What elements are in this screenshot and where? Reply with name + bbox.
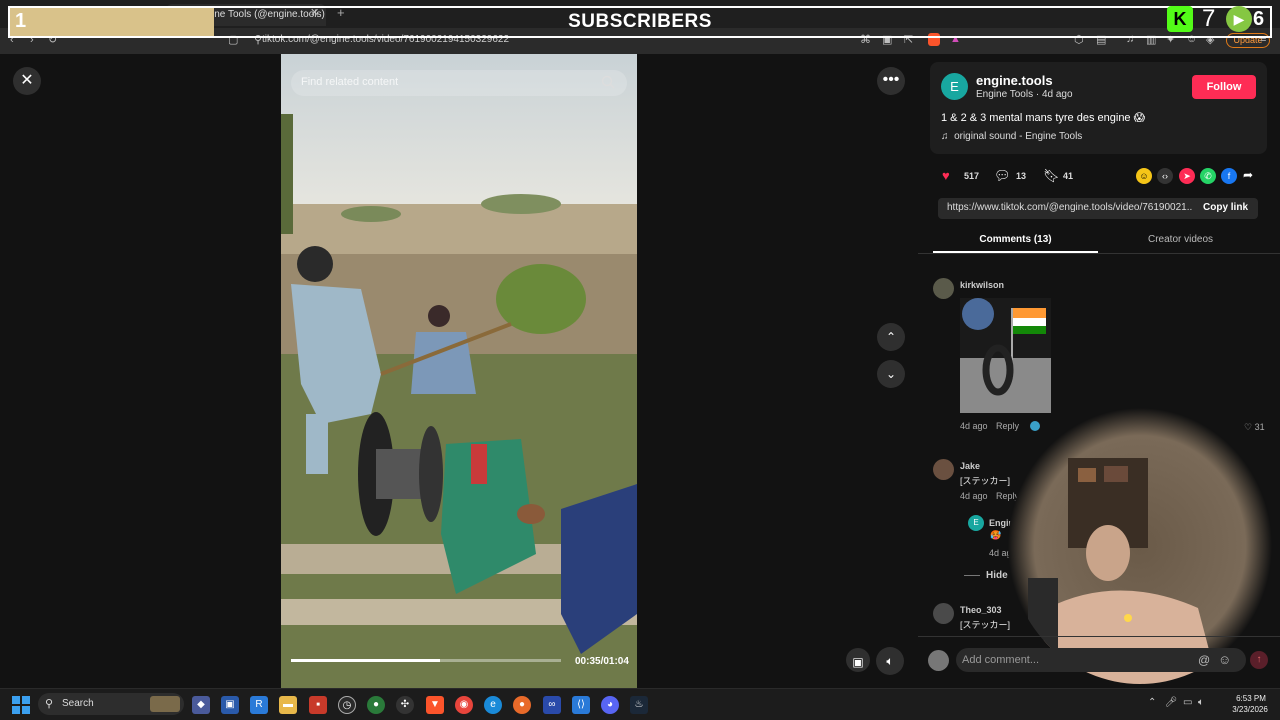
reply-emoji: 🥵 [990, 530, 1002, 540]
search-highlight-icon [150, 696, 180, 712]
comment-author[interactable]: Jake [960, 461, 980, 471]
clock-time[interactable]: 6:53 PM [1230, 694, 1272, 703]
hide-label: Hide [986, 570, 1008, 581]
video-progress-fill [291, 659, 440, 662]
chrome-icon[interactable]: ◉ [455, 696, 473, 714]
system-tray[interactable]: ⌃ 🎤︎ ▭ 🔈︎ [1148, 697, 1204, 708]
add-comment-placeholder: Add comment... [962, 654, 1040, 666]
app-icon[interactable]: R [250, 696, 268, 714]
comment-text: [ステッカー] [960, 620, 1011, 630]
comment-author[interactable]: Theo_303 [960, 605, 1002, 615]
copy-link-button[interactable]: Copy link [1203, 202, 1248, 213]
tab-comments[interactable]: Comments (13) [933, 234, 1098, 245]
edge-icon[interactable]: e [484, 696, 502, 714]
comment-time: 4d ago [960, 491, 988, 501]
tab-creator-videos[interactable]: Creator videos [1098, 234, 1263, 245]
post-comment-button[interactable]: ↑ [1250, 651, 1268, 669]
like-count: 517 [964, 171, 980, 181]
share-arrow-icon[interactable]: ➦ [1243, 168, 1253, 182]
facebook-icon[interactable]: f [1221, 168, 1237, 184]
tabs-divider [918, 253, 1280, 254]
bookmark-icon[interactable]: 🔖︎ [1043, 168, 1060, 184]
widgets-icon[interactable]: ◆ [192, 696, 210, 714]
more-options-button[interactable]: ••• [877, 67, 905, 95]
app-icon[interactable]: ∞ [543, 696, 561, 714]
comment-icon[interactable]: 💬︎ [994, 168, 1011, 184]
app-icon[interactable]: ■ [309, 696, 327, 714]
comment-text: [ステッカー] [960, 476, 1011, 486]
comment-like-count: 31 [1254, 422, 1265, 432]
windows-start-icon[interactable] [12, 696, 30, 714]
input-divider [918, 636, 1280, 637]
find-related-placeholder: Find related content [301, 76, 399, 88]
mention-icon[interactable]: @ [1198, 653, 1210, 667]
rumble-count: 6 [1253, 8, 1265, 30]
clock-date[interactable]: 3/23/2026 [1226, 705, 1274, 714]
heart-icon[interactable]: ♥ [942, 168, 950, 183]
kick-icon: K [1167, 6, 1193, 32]
file-explorer-icon[interactable]: ▬ [279, 696, 297, 714]
heart-outline-icon: ♡ [1244, 422, 1255, 432]
emoji-icon[interactable]: ☺ [1218, 652, 1231, 667]
sound-name: original sound - Engine Tools [954, 131, 1083, 142]
taskbar-search-label: Search [62, 698, 94, 709]
author-handle[interactable]: engine.tools [976, 73, 1053, 88]
next-video-button[interactable]: ⌄ [877, 360, 905, 388]
sound-link[interactable]: ♫ original sound - Engine Tools [941, 131, 1082, 142]
author-subtitle: Engine Tools · 4d ago [976, 89, 1073, 100]
discord-icon[interactable]: ◕ [601, 696, 619, 714]
author-avatar[interactable]: E [941, 73, 968, 100]
comment-author[interactable]: kirkwilson [960, 280, 1004, 290]
vscode-icon[interactable]: ⟨⟩ [572, 696, 590, 714]
search-icon[interactable] [601, 75, 615, 89]
app-icon[interactable]: ▣ [221, 696, 239, 714]
firefox-icon[interactable]: ● [513, 696, 531, 714]
embed-icon[interactable]: ‹› [1157, 168, 1173, 184]
overlay-title: SUBSCRIBERS [568, 11, 712, 32]
video-player[interactable] [281, 54, 637, 688]
pip-icon[interactable]: ▣ [846, 648, 870, 672]
steam-icon[interactable]: ♨ [630, 696, 648, 714]
creator-liked-icon [1030, 421, 1040, 431]
close-video-button[interactable]: ✕ [13, 67, 41, 95]
app-icon[interactable]: ● [367, 696, 385, 714]
app-icon[interactable]: ✣ [396, 696, 414, 714]
whatsapp-icon[interactable]: ✆ [1200, 168, 1216, 184]
avatar[interactable] [933, 459, 954, 480]
overlay-counter: 1 [15, 10, 27, 32]
video-frame-image [281, 54, 637, 688]
avatar[interactable] [933, 603, 954, 624]
comment-time: 4d ago [960, 421, 988, 431]
send-icon[interactable]: ➤ [1179, 168, 1195, 184]
volume-icon[interactable]: 🔈︎ [876, 647, 904, 675]
comment-count: 13 [1016, 171, 1027, 181]
follow-button[interactable]: Follow [1192, 75, 1256, 99]
comment-sticker-image [960, 298, 1051, 413]
brave-icon[interactable]: ▼ [426, 696, 444, 714]
video-time: 00:35/01:04 [575, 656, 629, 667]
comment-like[interactable]: ♡ 31 [1244, 422, 1265, 433]
video-link: https://www.tiktok.com/@engine.tools/vid… [947, 202, 1193, 213]
emoji-share-icon[interactable]: ☺ [1136, 168, 1152, 184]
search-icon: ⚲ [45, 698, 54, 710]
save-count: 41 [1063, 171, 1074, 181]
previous-video-button[interactable]: ⌃ [877, 323, 905, 351]
rumble-icon: ▶ [1226, 6, 1252, 32]
reply-button[interactable]: Reply [996, 421, 1019, 431]
kick-count: 7 [1202, 5, 1216, 32]
music-note-icon: ♫ [941, 131, 955, 142]
find-related-search[interactable]: Find related content [291, 70, 627, 96]
webcam-overlay [1008, 408, 1272, 684]
video-caption: 1 & 2 & 3 mental mans tyre des engine 😱 [941, 112, 1146, 124]
app-icon[interactable]: ◷ [338, 696, 356, 714]
avatar [928, 650, 949, 671]
avatar[interactable] [933, 278, 954, 299]
avatar[interactable]: E [968, 515, 984, 531]
hide-line [964, 575, 980, 576]
